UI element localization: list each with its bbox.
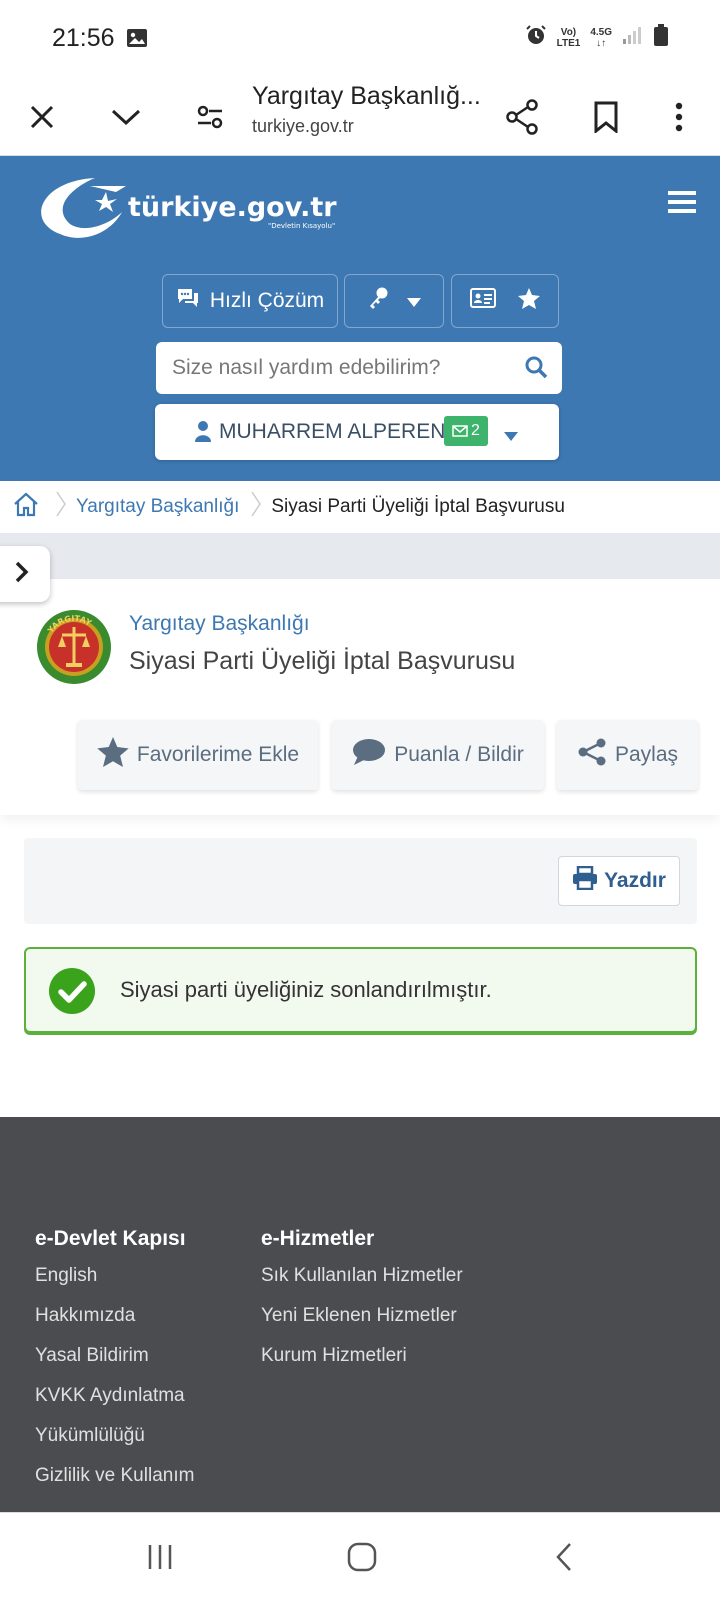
svg-text:"Devletin Kısayolu": "Devletin Kısayolu" [268, 222, 335, 230]
user-name: MUHARREM ALPEREN [219, 420, 446, 443]
footer-heading: e-Devlet Kapısı [35, 1227, 186, 1250]
check-circle-icon [48, 967, 96, 1020]
printer-icon [572, 865, 598, 896]
search-box[interactable]: Size nasıl yardım edebilirim? [156, 342, 562, 394]
home-button-icon[interactable] [332, 1513, 392, 1600]
user-menu-button[interactable]: MUHARREM ALPEREN 2 [155, 404, 559, 460]
chat-icon [176, 287, 200, 315]
recent-apps-icon[interactable] [130, 1513, 190, 1600]
quick-solution-label: Hızlı Çözüm [209, 289, 325, 312]
footer-link[interactable]: Yeni Eklenen Hizmetler [261, 1305, 463, 1345]
image-notification-icon [126, 28, 148, 53]
comment-icon [352, 738, 386, 772]
site-header: türkiye.gov.tr "Devletin Kısayolu" Hızlı… [0, 156, 720, 481]
quick-solution-button[interactable]: Hızlı Çözüm [162, 274, 338, 328]
search-icon[interactable] [524, 355, 548, 384]
key-icon [367, 286, 389, 316]
browser-toolbar: Yargıtay Başkanlığ... turkiye.gov.tr [0, 78, 720, 156]
home-icon[interactable] [12, 491, 40, 523]
breadcrumb: Yargıtay Başkanlığı Siyasi Parti Üyeliği… [0, 481, 720, 533]
footer-col-ehizmetler: e-Hizmetler Sık Kullanılan Hizmetler Yen… [261, 1227, 463, 1385]
success-alert: Siyasi parti üyeliğiniz sonlandırılmıştı… [24, 947, 697, 1033]
envelope-icon [452, 425, 468, 437]
message-count: 2 [471, 422, 480, 439]
data-type-indicator: 4.5G ↓↑ [590, 26, 612, 49]
footer-col-edevlet: e-Devlet Kapısı English Hakkımızda Yasal… [35, 1227, 194, 1505]
share-nodes-icon [577, 738, 607, 772]
message-badge[interactable]: 2 [444, 416, 488, 446]
signal-icon [622, 25, 644, 50]
divider-strip [0, 533, 720, 579]
breadcrumb-separator-icon [251, 491, 262, 523]
institution-link[interactable]: Yargıtay Başkanlığı [129, 612, 310, 636]
footer-heading: e-Hizmetler [261, 1227, 375, 1250]
yargitay-seal-logo: YARGITAY [36, 609, 112, 690]
svg-text:türkiye.gov.tr: türkiye.gov.tr [128, 192, 337, 223]
share-button[interactable]: Paylaş [557, 720, 698, 790]
close-icon[interactable] [22, 78, 62, 156]
star-icon [518, 287, 540, 315]
more-options-icon[interactable] [664, 78, 694, 156]
rate-report-button[interactable]: Puanla / Bildir [332, 720, 544, 790]
caret-down-icon [407, 289, 421, 313]
share-icon[interactable] [502, 78, 542, 156]
star-icon [97, 737, 129, 773]
hamburger-menu-icon[interactable] [668, 190, 696, 219]
add-favorite-button[interactable]: Favorilerime Ekle [78, 720, 318, 790]
site-settings-icon[interactable] [190, 78, 230, 156]
chevron-right-icon [15, 561, 29, 588]
footer-link[interactable]: Sık Kullanılan Hizmetler [261, 1265, 463, 1305]
success-message: Siyasi parti üyeliğiniz sonlandırılmıştı… [120, 977, 492, 1002]
breadcrumb-link-institution[interactable]: Yargıtay Başkanlığı [76, 496, 239, 518]
turkiye-gov-logo[interactable]: türkiye.gov.tr "Devletin Kısayolu" [30, 166, 350, 251]
status-time: 21:56 [52, 24, 115, 52]
browser-page-title: Yargıtay Başkanlığ... [252, 82, 481, 110]
user-caret-down-icon [504, 428, 518, 446]
site-footer: e-Devlet Kapısı English Hakkımızda Yasal… [0, 1117, 720, 1512]
footer-link[interactable]: Yükümlülüğü [35, 1425, 194, 1465]
back-icon[interactable] [534, 1513, 594, 1600]
user-icon [195, 420, 211, 447]
side-panel-toggle[interactable] [0, 546, 50, 602]
print-toolbar: Yazdır [24, 838, 697, 924]
battery-icon [654, 24, 668, 51]
service-title: Siyasi Parti Üyeliği İptal Başvurusu [129, 647, 516, 675]
search-placeholder: Size nasıl yardım edebilirim? [172, 356, 441, 379]
footer-link[interactable]: Kurum Hizmetleri [261, 1345, 463, 1385]
bookmark-icon[interactable] [586, 78, 626, 156]
chevron-down-icon[interactable] [104, 78, 148, 156]
print-button[interactable]: Yazdır [558, 856, 680, 906]
alarm-icon [525, 24, 547, 51]
system-navigation-bar [0, 1512, 720, 1600]
service-header-card: YARGITAY Yargıtay Başkanlığı Siyasi Part… [0, 579, 720, 815]
network-indicator: Vo) LTE1 [556, 26, 581, 49]
footer-link[interactable]: Yasal Bildirim [35, 1345, 194, 1385]
login-dropdown-button[interactable] [344, 274, 444, 328]
footer-link[interactable]: English [35, 1265, 194, 1305]
breadcrumb-separator-icon [56, 491, 66, 523]
status-bar: 21:56 Vo) LTE1 4.5G ↓↑ [0, 0, 720, 78]
footer-link[interactable]: Gizlilik ve Kullanım [35, 1465, 194, 1505]
id-card-icon [470, 288, 496, 314]
browser-url[interactable]: turkiye.gov.tr [252, 116, 354, 137]
breadcrumb-current: Siyasi Parti Üyeliği İptal Başvurusu [271, 496, 565, 517]
id-card-favorites-button[interactable] [451, 274, 559, 328]
footer-link[interactable]: Hakkımızda [35, 1305, 194, 1345]
footer-link[interactable]: KVKK Aydınlatma [35, 1385, 194, 1425]
